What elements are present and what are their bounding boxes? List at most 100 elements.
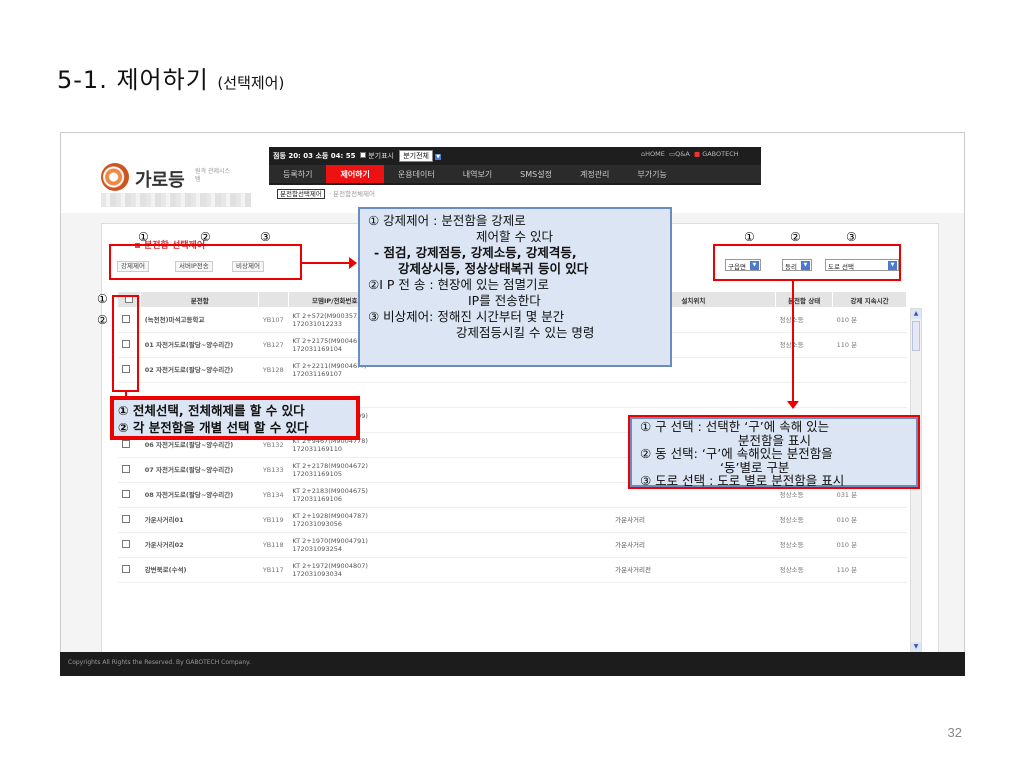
empty-cell bbox=[446, 457, 612, 483]
duration-cell bbox=[832, 382, 907, 408]
row-checkbox[interactable] bbox=[121, 440, 130, 448]
duration-cell: 010 분 bbox=[832, 507, 907, 533]
page-number: 32 bbox=[947, 725, 962, 740]
annotation-num: ① bbox=[138, 230, 149, 244]
row-select-cell bbox=[117, 457, 141, 483]
col-cabinet: 분전함 bbox=[140, 291, 260, 308]
scroll-down-icon[interactable]: ▼ bbox=[911, 642, 921, 652]
cabinet-code: YB128 bbox=[258, 357, 289, 383]
row-checkbox[interactable] bbox=[121, 540, 130, 548]
cabinet-name: 08 자전거도로(팔당~양수리간) bbox=[140, 482, 259, 508]
row-checkbox[interactable] bbox=[121, 490, 130, 498]
arrow-line bbox=[302, 262, 350, 264]
modem-cell: KT 2+2183(M9004675) 172031169106 bbox=[288, 482, 382, 508]
location-cell: 가운사거리 bbox=[611, 507, 776, 533]
menu-item-sms[interactable]: SMS설정 bbox=[506, 165, 566, 183]
brand-icon: ■ bbox=[693, 150, 701, 158]
menu-item-register[interactable]: 등록하기 bbox=[269, 165, 326, 183]
logo-icon bbox=[101, 163, 129, 191]
modem-ip: 172031169105 bbox=[292, 470, 342, 478]
modem-ip: 172031093034 bbox=[292, 570, 342, 578]
status-line: 점등 20: 03 소등 04: 55 분기표시 분기전체 ▼ bbox=[273, 150, 442, 162]
menu-item-account[interactable]: 계정관리 bbox=[566, 165, 623, 183]
modem-number: KT 2+2211(M90046??) bbox=[292, 362, 367, 370]
cabinet-code: YB134 bbox=[258, 482, 289, 508]
row-checkbox[interactable] bbox=[121, 565, 130, 573]
control-callout: ① 강제제어 : 분전함을 강제로 제어할 수 있다 - 점검, 강제점등, 강… bbox=[358, 207, 672, 367]
menu-item-extra[interactable]: 부가기능 bbox=[623, 165, 680, 183]
col-duration: 강제 지속시간 bbox=[832, 291, 907, 308]
modem-cell: KT 2+1972(M9004807) 172031093034 bbox=[288, 557, 382, 583]
cabinet-code: YB117 bbox=[258, 557, 289, 583]
qna-link[interactable]: Q&A bbox=[675, 150, 690, 158]
brand-label: GABOTECH bbox=[702, 150, 739, 158]
table-row[interactable]: 가운사거리01 YB119 KT 2+1928(M9004787) 172031093… bbox=[117, 507, 907, 533]
empty-cell bbox=[446, 382, 612, 408]
empty-cell bbox=[381, 407, 447, 433]
empty-cell bbox=[381, 382, 447, 408]
modem-ip: 172031093254 bbox=[292, 545, 342, 553]
table-row[interactable]: 가운사거리02 YB118 KT 2+1970(M9004791) 172031093… bbox=[117, 532, 907, 558]
cabinet-name: (녹천천)마석고등학교 bbox=[140, 307, 259, 333]
app-header: 가로등 원격 관제시스템 점등 20: 03 소등 04: 55 분기표시 분기… bbox=[61, 133, 964, 213]
modem-ip: 172031093056 bbox=[292, 520, 342, 528]
col-status: 분전함 상태 bbox=[775, 291, 834, 308]
modem-cell: KT 2+1970(M9004791) 172031093254 bbox=[288, 532, 382, 558]
row-select-cell bbox=[117, 557, 141, 583]
modem-cell: KT 2+1928(M9004787) 172031093056 bbox=[288, 507, 382, 533]
branch-select[interactable]: 분기전체 bbox=[399, 150, 433, 162]
menu-item-control[interactable]: 제어하기 bbox=[326, 165, 384, 183]
logo: 가로등 원격 관제시스템 bbox=[61, 133, 271, 213]
row-checkbox[interactable] bbox=[121, 515, 130, 523]
empty-cell bbox=[381, 557, 447, 583]
annotation-num: ① bbox=[744, 230, 755, 244]
status-cell: 정상소등 bbox=[775, 532, 833, 558]
modem-ip: 172031169106 bbox=[292, 495, 342, 503]
cabinet-name: 02 자전거도로(팔당~양수리간) bbox=[140, 357, 259, 383]
tab-select-control[interactable]: 분전함선택제어 bbox=[277, 189, 325, 199]
empty-cell bbox=[446, 507, 612, 533]
annotation-num: ② bbox=[790, 230, 801, 244]
modem-number: KT 2+2183(M9004675) bbox=[292, 487, 368, 495]
location-cell: 가운사거리 bbox=[611, 532, 776, 558]
app-footer: Copyrights All Rights the Reserved. By G… bbox=[60, 652, 965, 676]
cabinet-name: 01 자전거도로(팔당~양수리간) bbox=[140, 332, 259, 358]
empty-cell bbox=[446, 532, 612, 558]
annotation-num: ② bbox=[200, 230, 211, 244]
modem-ip: 172031169107 bbox=[292, 370, 342, 378]
cabinet-code: YB107 bbox=[258, 307, 289, 333]
menu-item-operation-data[interactable]: 운용데이터 bbox=[384, 165, 449, 183]
arrow-head-icon bbox=[349, 257, 357, 269]
scroll-up-icon[interactable]: ▲ bbox=[911, 309, 921, 319]
slide-title: 5-1. 제어하기 (선택제어) bbox=[57, 66, 285, 94]
empty-cell bbox=[381, 432, 447, 458]
main-menu: 등록하기 제어하기 운용데이터 내역보기 SMS설정 계정관리 부가기능 bbox=[269, 165, 761, 183]
selects-highlight bbox=[713, 244, 901, 281]
row-checkbox[interactable] bbox=[121, 465, 130, 473]
duration-cell: 110 분 bbox=[832, 332, 907, 358]
row-select-cell bbox=[117, 532, 141, 558]
modem-number: KT 2+1970(M9004791) bbox=[292, 537, 368, 545]
modem-number: KT 2+1928(M9004787) bbox=[292, 512, 368, 520]
submenu: 분전함선택제어 · 분전함전체제어 bbox=[277, 188, 375, 199]
buttons-highlight bbox=[109, 244, 302, 280]
location-cell: 가운사거리전 bbox=[611, 557, 776, 583]
menu-item-history[interactable]: 내역보기 bbox=[449, 165, 506, 183]
empty-cell bbox=[381, 482, 447, 508]
table-row[interactable]: 강변북로(수석) YB117 KT 2+1972(M9004807) 17203109… bbox=[117, 557, 907, 583]
cabinet-name: 가운사거리01 bbox=[140, 507, 259, 533]
modem-ip: 172031169104 bbox=[292, 345, 342, 353]
checkbox-highlight bbox=[112, 295, 139, 392]
tab-all-control[interactable]: 분전함전체제어 bbox=[333, 190, 375, 198]
empty-cell bbox=[381, 507, 447, 533]
row-select-cell bbox=[117, 507, 141, 533]
empty-cell bbox=[446, 407, 612, 433]
home-link[interactable]: HOME bbox=[645, 150, 665, 158]
cabinet-name: 07 자전거도로(팔당~양수리간) bbox=[140, 457, 259, 483]
status-cell bbox=[775, 382, 833, 408]
display-checkbox[interactable] bbox=[359, 152, 366, 158]
scroll-thumb[interactable] bbox=[912, 321, 920, 351]
duration-cell: 010 분 bbox=[832, 532, 907, 558]
empty-cell bbox=[446, 557, 612, 583]
modem-number: KT 2+2175(M90046 bbox=[292, 337, 358, 345]
